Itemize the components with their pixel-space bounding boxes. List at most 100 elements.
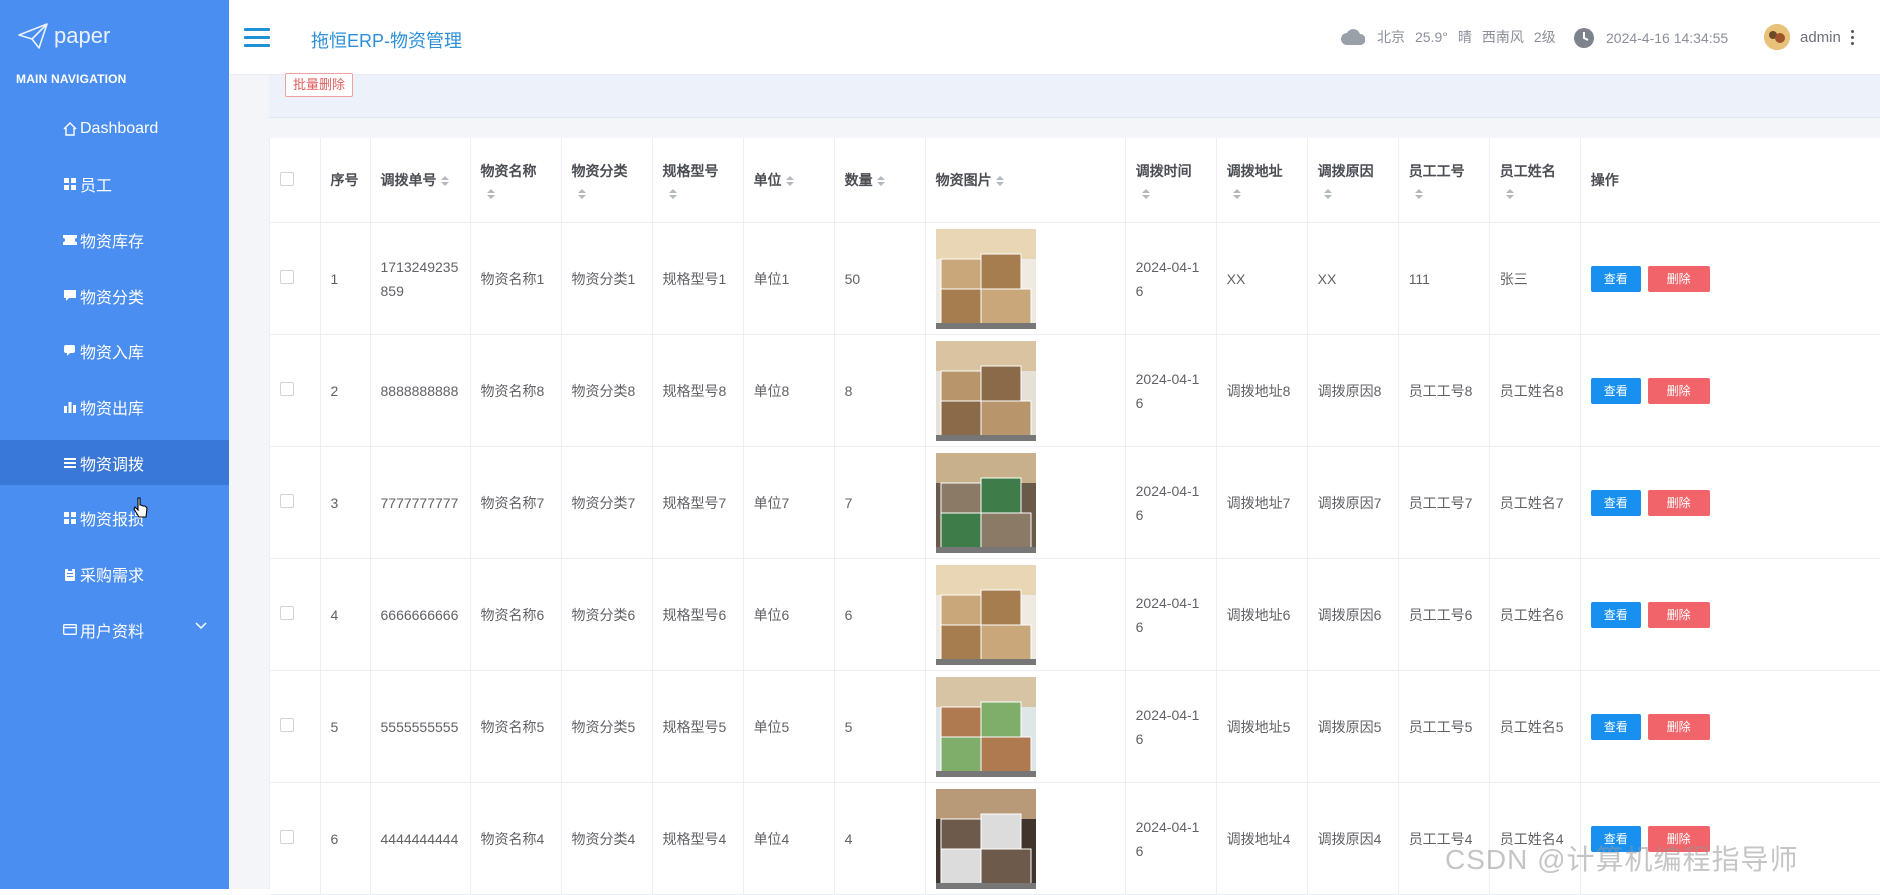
sidebar-item-label: 物资调拨 [80,456,145,474]
column-header[interactable]: 物资分类 [561,138,653,223]
column-header[interactable]: 员工工号 [1398,138,1490,223]
view-button[interactable]: 查看 [1590,377,1641,404]
cell-reason: 调拨原因5 [1307,670,1399,783]
cell-category: 物资分类5 [561,670,653,783]
table-row: 1 1713249235859 物资名称1 物资分类1 规格型号1 单位1 50 2024-… [270,222,1880,335]
list-icon [63,456,77,470]
row-checkbox[interactable] [280,717,294,732]
sidebar-item-outbound[interactable]: 物资出库 [0,384,229,429]
sidebar-item-staff[interactable]: 员工 [0,162,229,207]
sort-icon[interactable] [1232,189,1297,199]
sort-icon[interactable] [1505,189,1570,199]
sort-icon[interactable] [440,176,449,187]
column-label: 调拨地址 [1226,163,1283,179]
chat-icon [63,344,77,358]
sidebar-item-purchase[interactable]: 采购需求 [0,552,229,597]
sort-icon[interactable] [1323,189,1388,199]
sort-icon[interactable] [1414,189,1479,199]
delete-button[interactable]: 删除 [1647,265,1710,292]
view-button[interactable]: 查看 [1590,601,1641,628]
select-all-cell[interactable] [270,138,321,223]
weather-level: 2级 [1533,29,1556,45]
sort-icon[interactable] [668,189,733,199]
row-select-cell[interactable] [270,222,321,335]
cell-name: 物资名称5 [470,670,562,783]
column-header[interactable]: 数量 [834,138,926,223]
more-vertical-icon[interactable] [1850,29,1854,45]
column-header[interactable]: 物资名称 [470,138,562,223]
cell-reason: 调拨原因4 [1307,782,1399,895]
row-checkbox[interactable] [280,493,294,508]
logo[interactable]: paper [18,18,110,54]
cell-idx: 4 [320,558,371,671]
column-header[interactable]: 调拨原因 [1307,138,1399,223]
row-checkbox[interactable] [280,269,294,284]
material-photo [935,788,1036,889]
column-header[interactable]: 物资图片 [925,138,1126,223]
cell-address: 调拨地址7 [1216,446,1308,559]
cell-idx: 2 [320,334,371,447]
sort-icon[interactable] [486,189,551,199]
nav-menu: Dashboard 员工 物资库存 物资分类 物资入库 物资出库 物资调拨 物资… [0,106,263,663]
delete-button[interactable]: 删除 [1647,377,1710,404]
row-select-cell[interactable] [270,334,321,447]
data-table: 序号 调拨单号 物资名称 物资分类 规格型号 单位 数量 物资图片 调拨时间 调… [269,138,1880,895]
column-header[interactable]: 单位 [743,138,835,223]
view-button[interactable]: 查看 [1590,713,1641,740]
delete-button[interactable]: 删除 [1647,601,1710,628]
sort-icon[interactable] [876,176,885,187]
cell-reason: XX [1307,222,1399,335]
column-header[interactable]: 调拨时间 [1125,138,1217,223]
menu-toggle-icon[interactable] [244,28,270,48]
chevron-down-icon [195,622,207,630]
sort-icon[interactable] [995,176,1004,187]
column-label: 调拨单号 [380,172,437,188]
cell-emp_name: 员工姓名5 [1489,670,1581,783]
logo-text: paper [54,23,111,48]
view-button[interactable]: 查看 [1590,265,1641,292]
view-button[interactable]: 查看 [1590,489,1641,516]
row-checkbox[interactable] [280,381,294,396]
watermark: CSDN @计算机编程指导师 [1445,844,1799,875]
sidebar-item-profile[interactable]: 用户资料 [0,607,229,652]
column-header[interactable]: 员工姓名 [1489,138,1581,223]
sidebar-item-transfer[interactable]: 物资调拨 [0,440,263,486]
cell-image [925,558,1126,671]
ticket-icon [63,233,77,247]
sidebar-item-loss[interactable]: 物资报损 [0,496,229,541]
id-card-icon [63,623,77,637]
sort-icon[interactable] [577,189,642,199]
cell-category: 物资分类6 [561,558,653,671]
delete-button[interactable]: 删除 [1647,713,1710,740]
column-header[interactable]: 规格型号 [652,138,744,223]
cell-reason: 调拨原因8 [1307,334,1399,447]
row-select-cell[interactable] [270,558,321,671]
row-select-cell[interactable] [270,670,321,783]
row-select-cell[interactable] [270,782,321,895]
cell-reason: 调拨原因6 [1307,558,1399,671]
sort-icon[interactable] [1141,189,1206,199]
sidebar-item-inbound[interactable]: 物资入库 [0,329,229,374]
cell-idx: 6 [320,782,371,895]
sidebar-item-category[interactable]: 物资分类 [0,273,229,318]
column-header[interactable]: 调拨单号 [370,138,471,223]
row-checkbox[interactable] [280,829,294,844]
delete-button[interactable]: 删除 [1647,489,1710,516]
row-checkbox[interactable] [280,605,294,620]
sidebar-item-stock[interactable]: 物资库存 [0,217,229,262]
cell-name: 物资名称6 [470,558,562,671]
mouse-cursor-icon [133,497,148,518]
cell-actions: 查看 删除 [1580,222,1880,335]
sort-icon[interactable] [785,176,794,187]
column-header[interactable]: 调拨地址 [1216,138,1308,223]
cell-emp_name: 张三 [1489,222,1581,335]
sidebar-item-dashboard[interactable]: Dashboard [0,106,229,151]
grid-icon [63,511,77,525]
cell-image [925,782,1126,895]
batch-delete-button[interactable]: 批量删除 [285,73,354,97]
row-select-cell[interactable] [270,446,321,559]
cell-category: 物资分类4 [561,782,653,895]
user-menu[interactable]: admin [1764,24,1854,50]
bar-chart-icon [63,400,77,414]
select-all-checkbox[interactable] [280,171,294,186]
